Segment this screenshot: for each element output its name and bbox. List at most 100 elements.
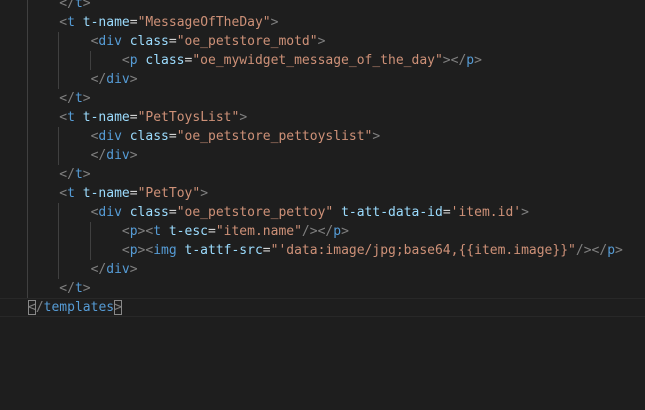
code-line[interactable]: <div class="oe_petstore_motd"> bbox=[0, 32, 645, 51]
code-token: class bbox=[129, 34, 169, 49]
indent-guide bbox=[27, 32, 28, 51]
code-token: >< bbox=[137, 243, 154, 258]
code-token: = bbox=[129, 110, 138, 125]
code-token: "PetToy" bbox=[137, 186, 201, 201]
code-token: "oe_petstore_pettoy" bbox=[176, 205, 334, 220]
indent-guide bbox=[58, 127, 60, 146]
code-token: div bbox=[106, 148, 130, 163]
code-token: > bbox=[82, 167, 91, 182]
code-token: < bbox=[121, 224, 130, 239]
indent-guide bbox=[58, 203, 60, 222]
code-token: templates bbox=[43, 300, 115, 315]
code-line[interactable]: </templates> bbox=[0, 298, 645, 317]
indent-guide bbox=[27, 0, 28, 13]
code-token: 'item.id' bbox=[450, 205, 522, 220]
code-line[interactable]: </t> bbox=[0, 279, 645, 298]
code-line[interactable]: <p><t t-esc="item.name"/></p> bbox=[0, 222, 645, 241]
code-line[interactable]: <p><img t-attf-src="'data:image/jpg;base… bbox=[0, 241, 645, 260]
indent-guide bbox=[27, 222, 28, 241]
code-line[interactable]: <t t-name="PetToy"> bbox=[0, 184, 645, 203]
code-token: > bbox=[317, 34, 326, 49]
indent-guide bbox=[27, 108, 28, 127]
indent-guide bbox=[27, 165, 28, 184]
code-token: div bbox=[106, 262, 130, 277]
code-text: <t t-name="MessageOfTheDay"> bbox=[59, 13, 278, 32]
code-token: / bbox=[35, 300, 44, 315]
code-token: < bbox=[121, 243, 130, 258]
indent-guide bbox=[27, 127, 28, 146]
code-token: "oe_petstore_motd" bbox=[176, 34, 318, 49]
code-token: = bbox=[129, 15, 138, 30]
code-token: img bbox=[153, 243, 177, 258]
code-editor[interactable]: </t> <t t-name="MessageOfTheDay"> <div cla… bbox=[0, 0, 645, 410]
code-text: <div class="oe_petstore_pettoyslist"> bbox=[91, 127, 381, 146]
code-token: t bbox=[67, 110, 75, 125]
code-token: t bbox=[74, 0, 83, 11]
code-token: > bbox=[239, 110, 248, 125]
code-token: = bbox=[168, 34, 177, 49]
code-token: </ bbox=[90, 148, 107, 163]
code-token: = bbox=[168, 129, 177, 144]
code-text: <div class="oe_petstore_pettoy" t-att-da… bbox=[91, 203, 529, 222]
code-text: </div> bbox=[91, 146, 138, 165]
code-token: class bbox=[145, 53, 185, 68]
code-text: <t t-name="PetToy"> bbox=[59, 184, 208, 203]
code-token: "'data:image/jpg;base64,{{item.image}}" bbox=[270, 243, 576, 258]
code-token: p bbox=[129, 243, 138, 258]
code-token: div bbox=[106, 72, 130, 87]
indent-guide bbox=[27, 184, 28, 203]
code-token: = bbox=[442, 205, 451, 220]
code-token: "oe_petstore_pettoyslist" bbox=[176, 129, 373, 144]
code-line[interactable]: </t> bbox=[0, 165, 645, 184]
code-token: </ bbox=[59, 91, 75, 106]
code-token: /></ bbox=[301, 224, 334, 239]
code-token: t-name bbox=[82, 186, 130, 201]
code-token: > bbox=[474, 53, 482, 68]
code-line[interactable]: <t t-name="MessageOfTheDay"> bbox=[0, 13, 645, 32]
code-line[interactable]: </div> bbox=[0, 260, 645, 279]
code-line[interactable]: <div class="oe_petstore_pettoyslist"> bbox=[0, 127, 645, 146]
code-token: = bbox=[129, 186, 138, 201]
code-line[interactable]: </t> bbox=[0, 0, 645, 13]
code-token: "item.name" bbox=[215, 224, 302, 239]
code-token: t-name bbox=[82, 110, 130, 125]
indent-guide bbox=[58, 222, 60, 241]
indent-guide bbox=[27, 51, 28, 70]
code-token: > bbox=[82, 0, 91, 11]
code-token: "PetToysList" bbox=[137, 110, 240, 125]
indent-guide bbox=[89, 222, 91, 241]
code-token: > bbox=[82, 281, 91, 296]
code-token: > bbox=[114, 300, 122, 315]
code-token: t-esc bbox=[168, 224, 208, 239]
code-token: t bbox=[67, 15, 75, 30]
code-token: t bbox=[74, 167, 83, 182]
code-token: p bbox=[466, 53, 475, 68]
code-token: > bbox=[615, 243, 623, 258]
code-token: p bbox=[333, 224, 342, 239]
code-token: </ bbox=[59, 167, 75, 182]
code-lines[interactable]: </t> <t t-name="MessageOfTheDay"> <div cla… bbox=[0, 0, 645, 317]
code-line[interactable]: <t t-name="PetToysList"> bbox=[0, 108, 645, 127]
indent-guide bbox=[27, 260, 28, 279]
code-line[interactable]: <p class="oe_mywidget_message_of_the_day… bbox=[0, 51, 645, 70]
code-token: > bbox=[129, 148, 138, 163]
code-text: <div class="oe_petstore_motd"> bbox=[91, 32, 326, 51]
code-line[interactable]: </div> bbox=[0, 70, 645, 89]
code-line[interactable]: </div> bbox=[0, 146, 645, 165]
indent-guide bbox=[27, 279, 28, 298]
code-token: div bbox=[98, 205, 122, 220]
code-token: /></ bbox=[575, 243, 608, 258]
code-token: = bbox=[208, 224, 216, 239]
code-line[interactable]: <div class="oe_petstore_pettoy" t-att-da… bbox=[0, 203, 645, 222]
code-token: p bbox=[607, 243, 616, 258]
code-line[interactable]: </t> bbox=[0, 89, 645, 108]
code-token: > bbox=[521, 205, 529, 220]
indent-guide bbox=[27, 89, 28, 108]
code-token: t bbox=[153, 224, 162, 239]
